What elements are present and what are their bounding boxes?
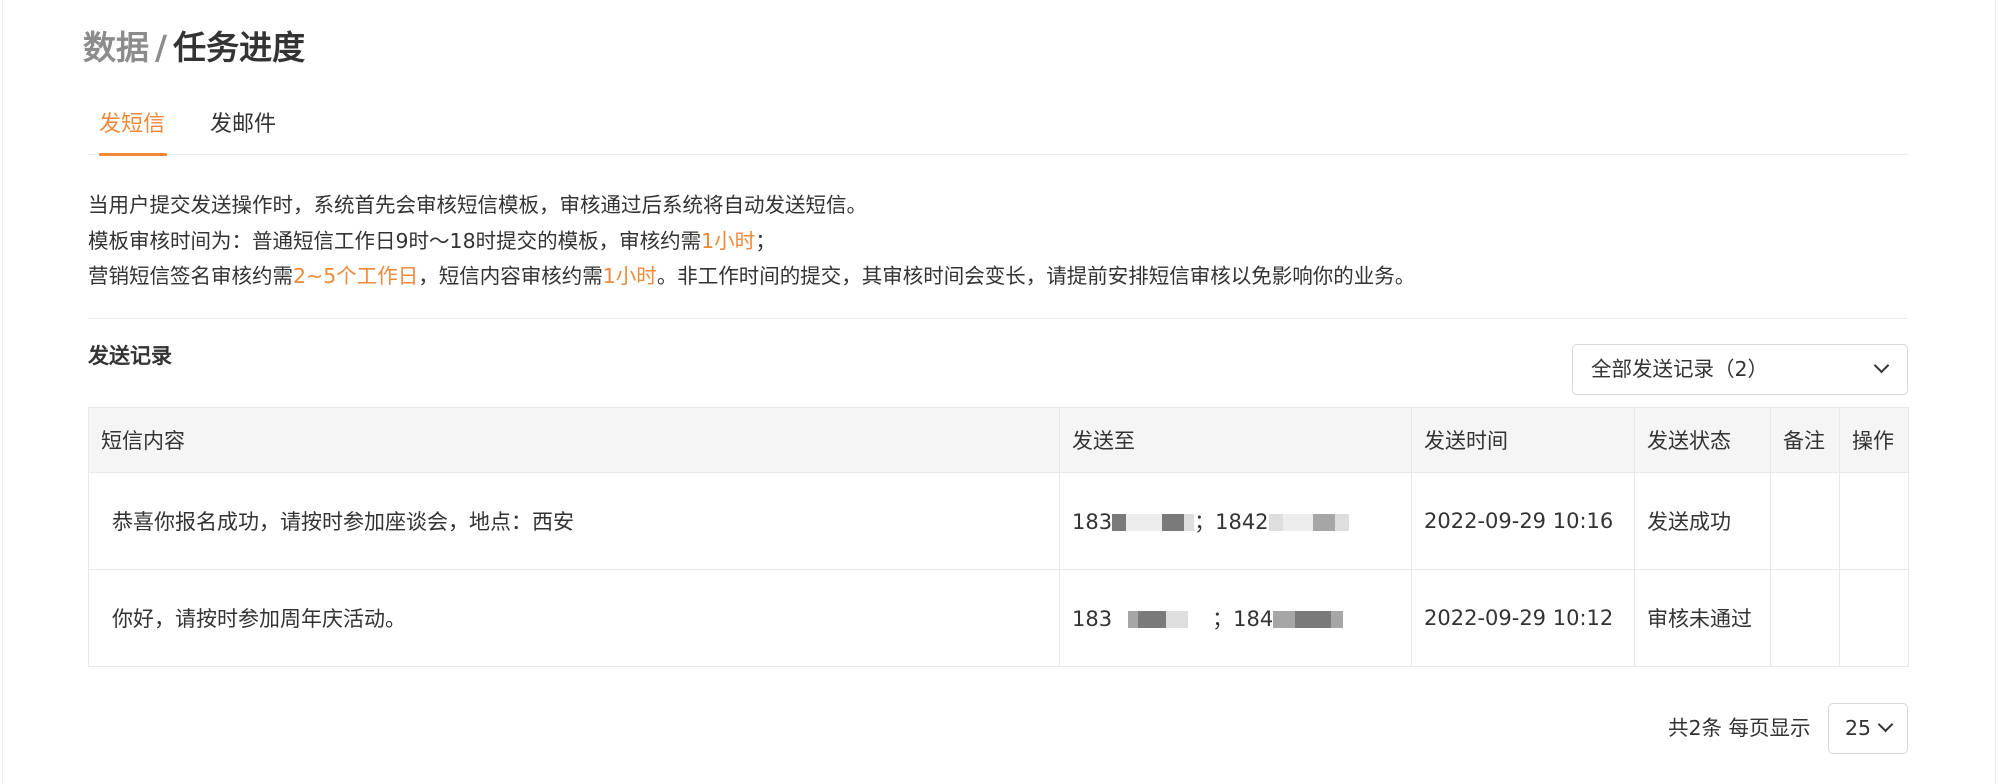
tab-send-sms[interactable]: 发短信 <box>99 107 167 156</box>
remark-cell <box>1770 569 1840 667</box>
action-cell <box>1839 472 1909 570</box>
tab-send-email[interactable]: 发邮件 <box>210 107 278 155</box>
pagination-total: 共2条 每页显示 <box>1668 716 1811 740</box>
send-status-cell: 审核未通过 <box>1634 569 1771 667</box>
records-title: 发送记录 <box>88 344 172 368</box>
notice-line-1: 当用户提交发送操作时，系统首先会审核短信模板，审核通过后系统将自动发送短信。 <box>88 193 867 217</box>
notice-line-3: 营销短信签名审核约需2~5个工作日，短信内容审核约需1小时。非工作时间的提交，其… <box>88 264 1416 288</box>
page-size-value: 25 <box>1845 716 1869 740</box>
page-title: 任务进度 <box>173 28 306 67</box>
redacted-phone <box>1334 514 1349 531</box>
redacted-phone <box>1331 611 1344 628</box>
action-cell <box>1839 569 1909 667</box>
sms-content-cell: 你好，请按时参加周年庆活动。 <box>88 569 1060 667</box>
table-header-row: 短信内容 发送至 发送时间 发送状态 备注 操作 <box>88 407 1909 473</box>
column-header: 发送至 <box>1059 407 1412 473</box>
send-time-cell: 2022-09-29 10:16 <box>1411 472 1635 570</box>
breadcrumb-parent[interactable]: 数据 <box>83 28 149 67</box>
redacted-phone <box>1112 514 1127 531</box>
redacted-phone <box>1128 611 1139 628</box>
redacted-phone <box>1184 514 1195 531</box>
remark-cell <box>1770 472 1840 570</box>
send-time-cell: 2022-09-29 10:12 <box>1411 569 1635 667</box>
redacted-phone <box>1295 611 1332 628</box>
table-row: 你好，请按时参加周年庆活动。 183 ；184 2022-09-29 10:12 … <box>88 569 1909 667</box>
section-divider <box>88 318 1908 319</box>
column-header: 备注 <box>1770 407 1840 473</box>
notice-highlight: 2~5个工作日 <box>293 264 419 288</box>
column-header: 发送时间 <box>1411 407 1635 473</box>
breadcrumb-separator: / <box>155 28 168 67</box>
column-header: 操作 <box>1839 407 1909 473</box>
notice-line-2: 模板审核时间为：普通短信工作日9时～18时提交的模板，审核约需1小时； <box>88 228 776 253</box>
sms-content-cell: 恭喜你报名成功，请按时参加座谈会，地点：西安 <box>88 472 1060 570</box>
recipients-cell: 183 ；184 <box>1059 569 1412 667</box>
chevron-down-icon <box>1877 716 1894 733</box>
redacted-phone <box>1268 514 1283 531</box>
review-notice: 当用户提交发送操作时，系统首先会审核短信模板，审核通过后系统将自动发送短信。 模… <box>88 188 1415 295</box>
page-size-select[interactable]: 25 <box>1828 703 1908 754</box>
send-status-cell: 发送成功 <box>1634 472 1771 570</box>
chevron-down-icon <box>1873 357 1890 374</box>
redacted-phone <box>1273 611 1296 628</box>
column-header: 发送状态 <box>1634 407 1771 473</box>
redacted-phone <box>1162 514 1185 531</box>
recipients-cell: 183 ；1842 <box>1059 472 1412 570</box>
record-filter-value: 全部发送记录（2） <box>1591 357 1769 381</box>
notice-highlight: 1小时 <box>602 264 657 288</box>
redacted-phone <box>1282 514 1313 531</box>
redacted-phone <box>1166 611 1189 628</box>
column-header: 短信内容 <box>88 407 1060 473</box>
redacted-phone <box>1126 514 1163 531</box>
table-row: 恭喜你报名成功，请按时参加座谈会，地点：西安 183 ；1842 2022-09-… <box>88 472 1909 570</box>
redacted-phone <box>1138 611 1167 628</box>
breadcrumb: 数据 / 任务进度 <box>83 28 305 68</box>
notice-highlight: 1小时 <box>701 228 756 253</box>
tab-bar: 发短信 发邮件 <box>88 107 1908 156</box>
records-table: 短信内容 发送至 发送时间 发送状态 备注 操作 恭喜你报名成功，请按时参加座谈… <box>88 407 1909 667</box>
record-filter-select[interactable]: 全部发送记录（2） <box>1572 344 1908 395</box>
redacted-phone <box>1312 514 1335 531</box>
